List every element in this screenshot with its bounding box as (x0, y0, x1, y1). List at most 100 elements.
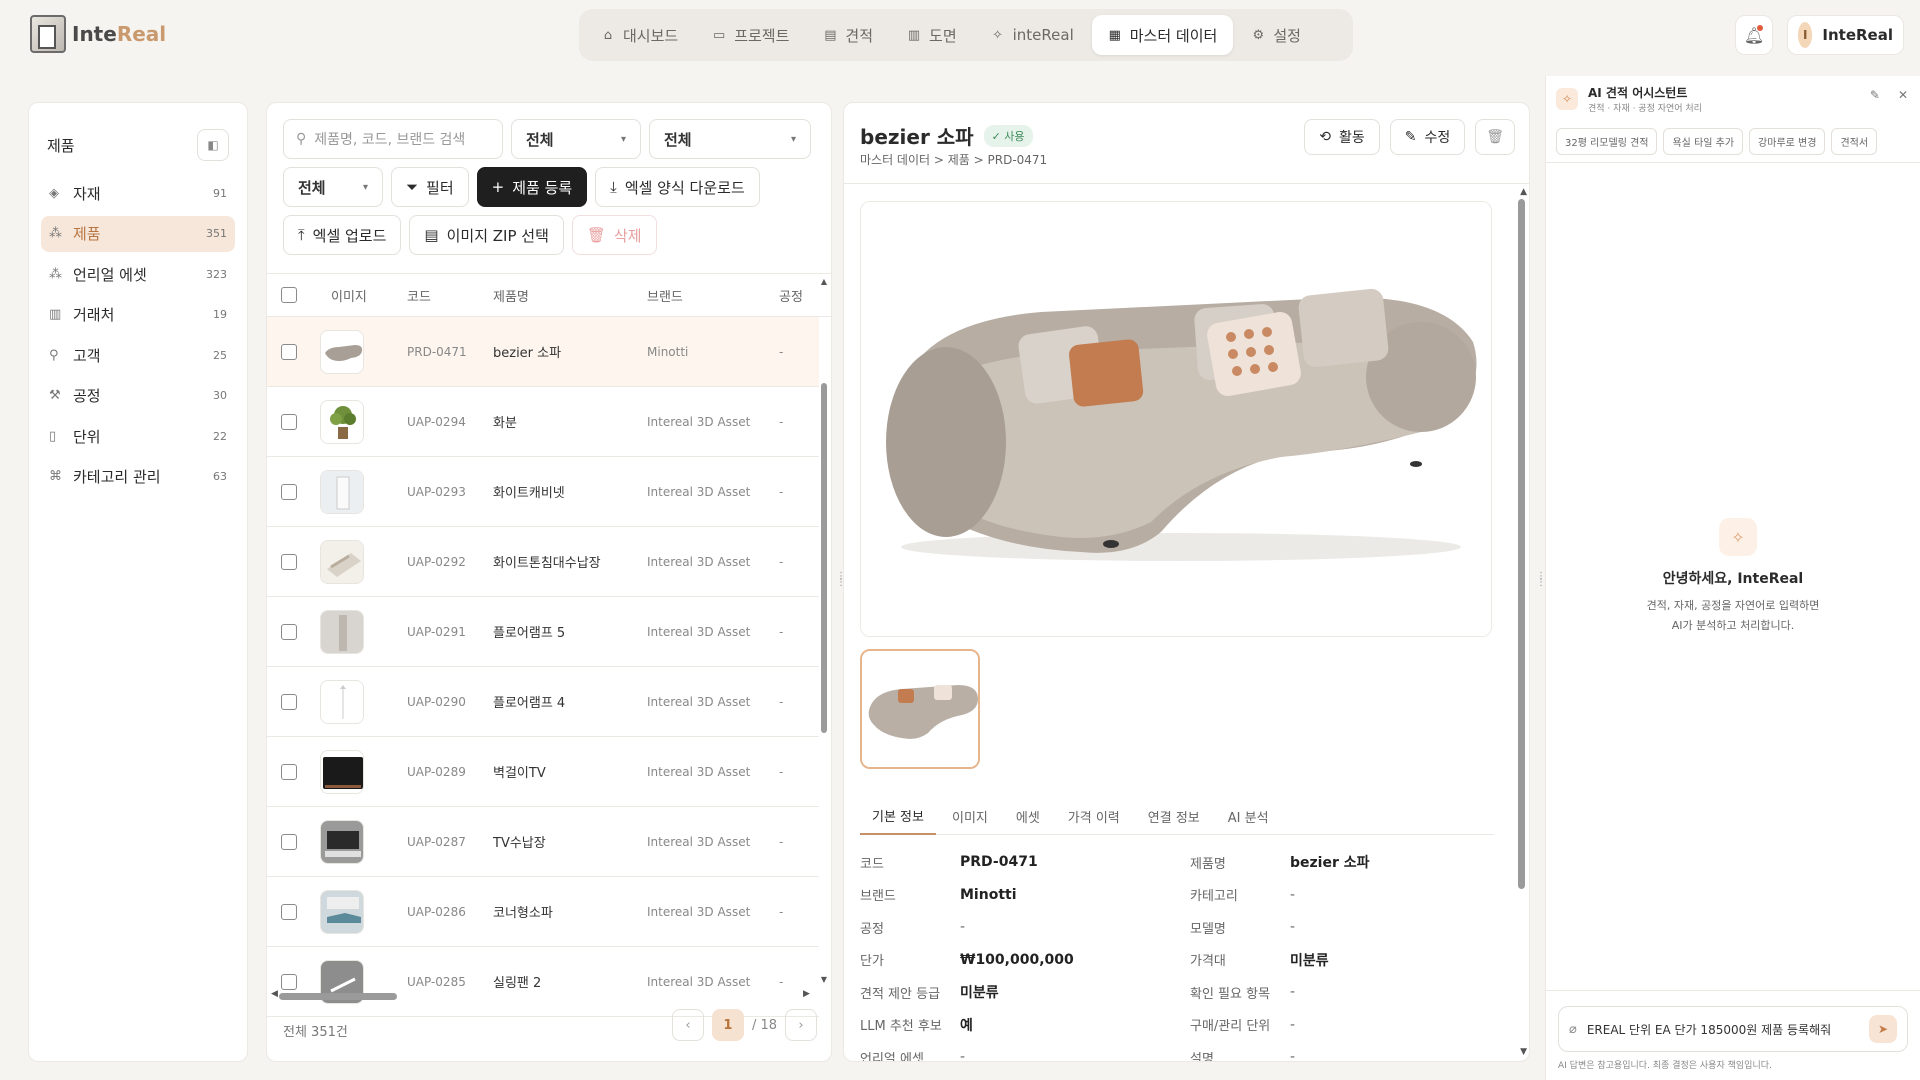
info-field: 모델명 - (1190, 916, 1295, 938)
sidebar-collapse-button[interactable]: ◧ (197, 129, 229, 161)
table-row[interactable]: UAP-0291 플로어램프 5 Intereal 3D Asset - (267, 597, 819, 667)
tab-images[interactable]: 이미지 (940, 797, 1000, 835)
table-row[interactable]: UAP-0293 화이트캐비넷 Intereal 3D Asset - (267, 457, 819, 527)
table-row[interactable]: UAP-0292 화이트톤침대수납장 Intereal 3D Asset - (267, 527, 819, 597)
app-logo[interactable]: InteReal (30, 14, 166, 54)
select-all-checkbox[interactable] (281, 287, 297, 303)
table-row[interactable]: UAP-0287 TV수납장 Intereal 3D Asset - (267, 807, 819, 877)
new-chat-pencil-icon[interactable]: ✎ (1870, 88, 1880, 102)
row-checkbox[interactable] (281, 343, 297, 360)
column-header-image[interactable]: 이미지 (331, 274, 367, 316)
row-checkbox[interactable] (281, 483, 297, 500)
delete-product-button[interactable]: 🗑︎ (1475, 119, 1515, 155)
activity-button[interactable]: ⟲ 활동 (1304, 119, 1380, 155)
filter-select-1[interactable]: 전체 ▾ (511, 119, 641, 159)
detail-vertical-scrollbar[interactable] (1518, 199, 1525, 889)
register-product-button[interactable]: + 제품 등록 (476, 167, 588, 207)
column-header-code[interactable]: 코드 (407, 274, 431, 316)
table-row[interactable]: UAP-0286 코너형소파 Intereal 3D Asset - (267, 877, 819, 947)
table-row[interactable]: PRD-0471 bezier 소파 Minotti - (267, 317, 819, 387)
ai-assistant-panel: ✧ AI 견적 어시스턴트 견적 · 자재 · 공정 자연어 처리 ✎ ✕ 32… (1545, 76, 1920, 1080)
product-thumbnail (320, 539, 364, 584)
row-code: PRD-0471 (407, 344, 467, 359)
current-page[interactable]: 1 (711, 1009, 744, 1041)
scroll-left-arrow-icon[interactable]: ◀ (271, 989, 278, 999)
suggestion-chip[interactable]: 32평 리모델링 견적 (1556, 128, 1658, 155)
send-button[interactable]: ➤ (1869, 1015, 1897, 1043)
filter-button[interactable]: ⏷ 필터 (391, 167, 469, 207)
info-field: 제품명 bezier 소파 (1190, 851, 1370, 873)
tab-basic-info[interactable]: 기본 정보 (860, 797, 936, 835)
sidebar-item-customers[interactable]: ⚲ 고객 25 (41, 337, 235, 373)
ai-greeting: 안녕하세요, InteReal (1662, 571, 1804, 587)
suggestion-chip[interactable]: 욕실 타일 추가 (1663, 128, 1744, 155)
scroll-down-arrow-icon[interactable]: ▼ (1520, 1047, 1527, 1057)
nav-drawings[interactable]: ▥ 도면 (891, 15, 973, 55)
row-checkbox[interactable] (281, 553, 297, 570)
image-zip-select-button[interactable]: ▤ 이미지 ZIP 선택 (409, 215, 564, 255)
tab-connections[interactable]: 연결 정보 (1136, 797, 1212, 835)
scroll-up-arrow-icon[interactable]: ▲ (821, 277, 827, 286)
row-checkbox[interactable] (281, 763, 297, 780)
row-checkbox[interactable] (281, 903, 297, 920)
nav-dashboard[interactable]: ⌂ 대시보드 (585, 15, 694, 55)
product-thumbnail (320, 609, 364, 654)
list-vertical-scrollbar[interactable] (821, 383, 827, 733)
sidebar-item-products[interactable]: ⁂ 제품 351 (41, 215, 235, 252)
row-checkbox[interactable] (281, 413, 297, 430)
nav-estimate[interactable]: ▤ 견적 (807, 15, 889, 55)
scroll-up-arrow-icon[interactable]: ▲ (1520, 187, 1527, 197)
nav-master-data[interactable]: ▦ 마스터 데이터 (1091, 15, 1234, 55)
field-value: - (1290, 1049, 1296, 1062)
scroll-right-arrow-icon[interactable]: ▶ (803, 989, 810, 999)
sidebar-item-units[interactable]: ▯ 단위 22 (41, 418, 235, 454)
sidebar-item-unreal-assets[interactable]: ⁂ 언리얼 에셋 323 (41, 256, 235, 292)
excel-template-download-button[interactable]: ⤓ 엑셀 양식 다운로드 (595, 167, 760, 207)
excel-upload-button[interactable]: ⤒ 엑셀 업로드 (283, 215, 402, 255)
search-input[interactable]: ⚲ 제품명, 코드, 브랜드 검색 (283, 119, 503, 159)
paperclip-icon[interactable]: ⌀ (1569, 1022, 1577, 1037)
suggestion-chip[interactable]: 강마루로 변경 (1749, 128, 1826, 155)
table-row[interactable]: UAP-0290 플로어램프 4 Intereal 3D Asset - (267, 667, 819, 737)
column-header-name[interactable]: 제품명 (493, 274, 529, 316)
list-resize-handle[interactable]: ⋮ ⋮ (836, 572, 846, 588)
nav-projects[interactable]: ▭ 프로젝트 (696, 15, 805, 55)
edit-button[interactable]: ✎ 수정 (1389, 119, 1466, 155)
prev-page-button[interactable]: ‹ (671, 1009, 704, 1041)
table-row[interactable]: UAP-0294 화분 Intereal 3D Asset - (267, 387, 819, 457)
filter-select-3[interactable]: 전체 ▾ (283, 167, 383, 207)
sparkle-icon: ✧ (992, 27, 1004, 43)
row-checkbox[interactable] (281, 623, 297, 640)
product-main-image[interactable] (860, 201, 1492, 637)
delete-button[interactable]: 🗑︎ 삭제 (571, 215, 657, 255)
row-checkbox[interactable] (281, 693, 297, 710)
product-thumbnail-selected[interactable] (860, 649, 980, 769)
scroll-down-arrow-icon[interactable]: ▼ (821, 975, 827, 984)
sidebar-item-materials[interactable]: ◈ 자재 91 (41, 175, 235, 211)
tab-ai-analysis[interactable]: AI 분석 (1216, 797, 1281, 835)
sidebar-item-processes[interactable]: ⚒ 공정 30 (41, 378, 235, 414)
list-horizontal-scrollbar[interactable] (279, 993, 397, 1000)
row-checkbox[interactable] (281, 833, 297, 850)
nav-settings[interactable]: ⚙ 설정 (1235, 15, 1317, 55)
filter-select-2[interactable]: 전체 ▾ (649, 119, 811, 159)
row-checkbox[interactable] (281, 973, 297, 990)
sidebar-item-vendors[interactable]: ▥ 거래처 19 (41, 297, 235, 333)
column-header-brand[interactable]: 브랜드 (647, 274, 683, 316)
ai-chat-input[interactable]: ⌀ EREAL 단위 EA 단가 185000원 제품 등록해줘 ➤ (1558, 1006, 1908, 1052)
close-icon[interactable]: ✕ (1898, 88, 1908, 102)
detail-resize-handle[interactable]: ⋮ ⋮ (1536, 572, 1546, 588)
field-label: 구매/관리 단위 (1190, 1019, 1271, 1034)
table-row[interactable]: UAP-0285 실링팬 2 Intereal 3D Asset - (267, 947, 819, 1017)
column-header-process[interactable]: 공정 (779, 274, 803, 316)
tab-assets[interactable]: 에셋 (1004, 797, 1052, 835)
nav-intereal[interactable]: ✧ inteReal (975, 15, 1090, 55)
row-name: 화분 (493, 416, 517, 431)
sidebar-item-categories[interactable]: ⌘ 카테고리 관리 63 (41, 459, 235, 495)
table-row[interactable]: UAP-0289 벽걸이TV Intereal 3D Asset - (267, 737, 819, 807)
tab-price-history[interactable]: 가격 이력 (1056, 797, 1132, 835)
notification-button[interactable]: 🔔︎ (1735, 15, 1773, 55)
suggestion-chip[interactable]: 견적서 (1831, 128, 1878, 155)
user-menu[interactable]: I InteReal (1787, 15, 1904, 55)
next-page-button[interactable]: › (785, 1009, 817, 1041)
